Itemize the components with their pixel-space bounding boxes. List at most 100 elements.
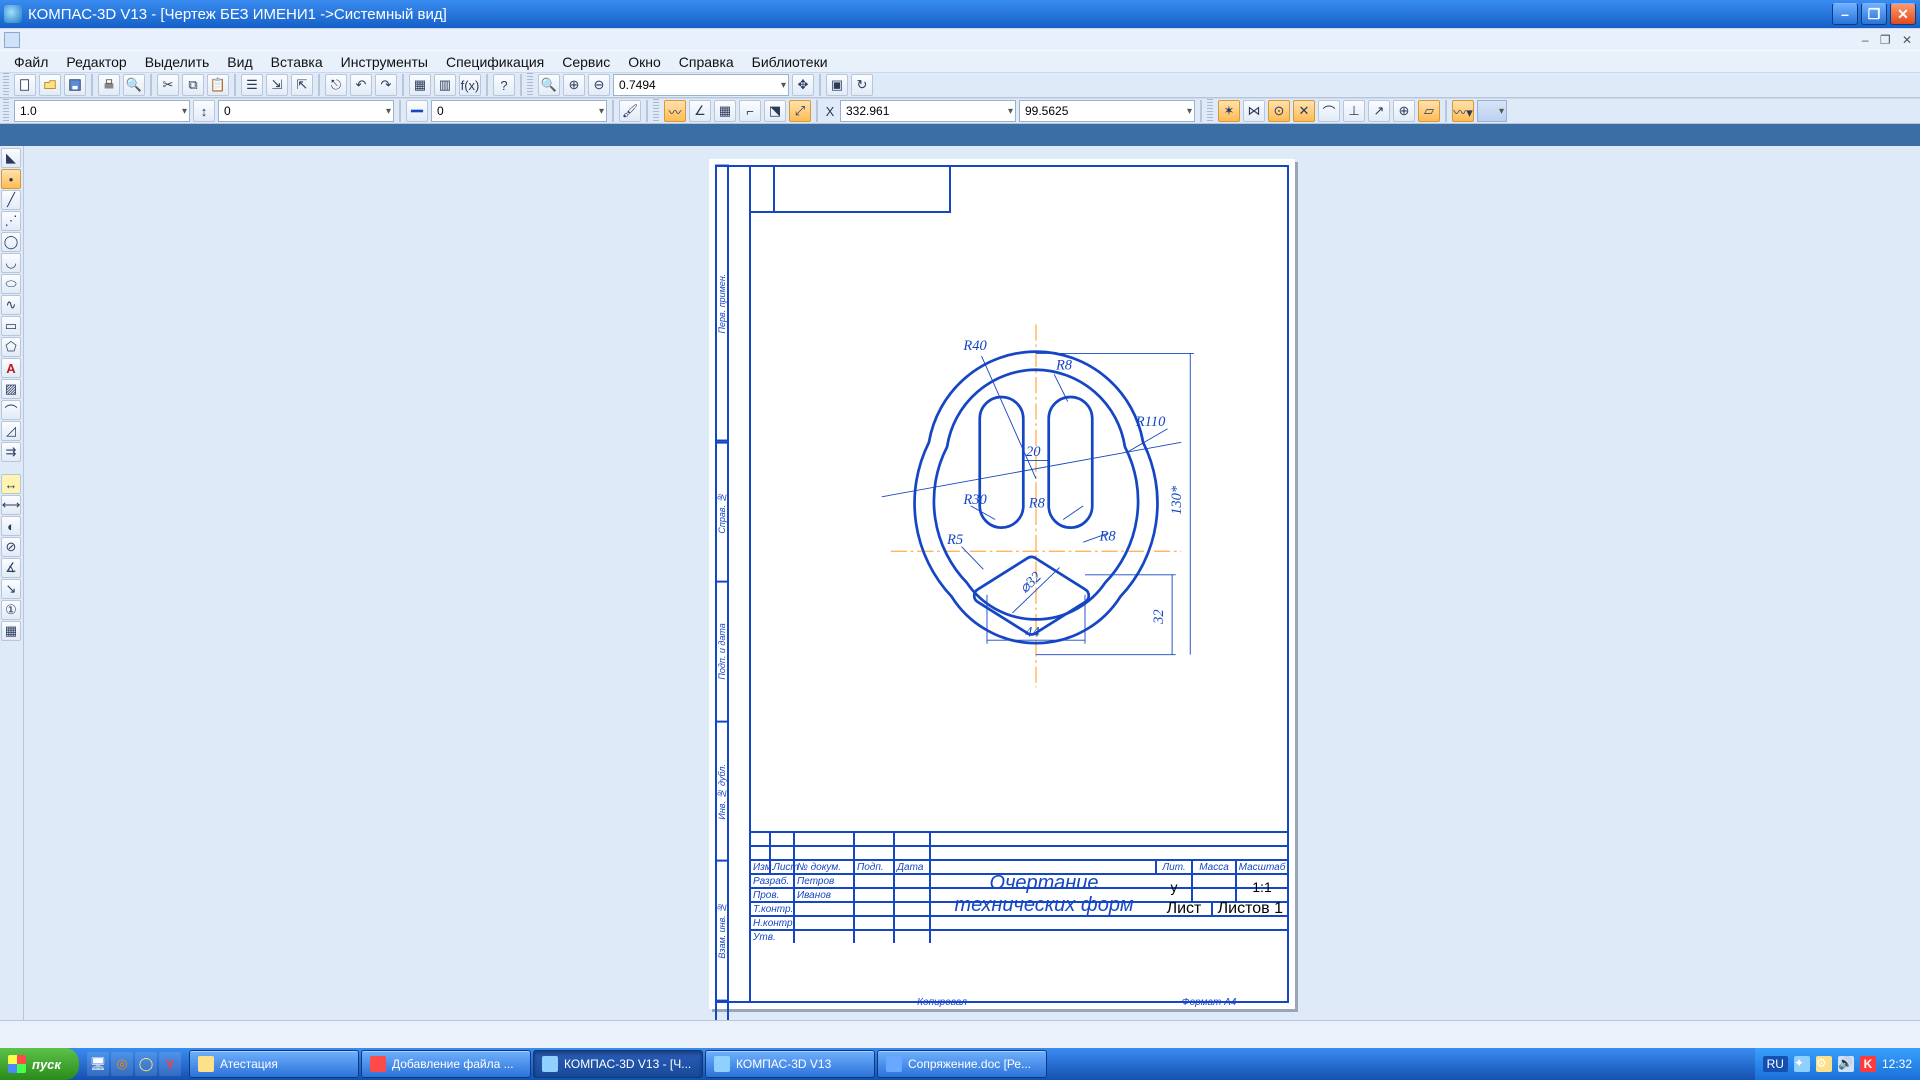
maximize-button[interactable]: ❐: [1861, 3, 1887, 25]
taskbar-task[interactable]: КОМПАС-3D V13 - [Ч...: [533, 1050, 703, 1078]
aux-line-tool[interactable]: ⋰: [1, 211, 21, 231]
point-tool[interactable]: •: [1, 169, 21, 189]
grip-icon[interactable]: [3, 99, 9, 123]
ql-mail-icon[interactable]: ◯: [135, 1052, 157, 1076]
redo-button[interactable]: ↷: [375, 74, 397, 96]
preview-button[interactable]: 🔍: [123, 74, 145, 96]
angle-combo[interactable]: [218, 100, 394, 122]
manager-button[interactable]: ▦: [409, 74, 431, 96]
angle-dim-tool[interactable]: ∡: [1, 558, 21, 578]
grip-icon[interactable]: [3, 73, 9, 97]
menu-window[interactable]: Окно: [620, 52, 669, 72]
fillet-tool[interactable]: ⌒: [1, 400, 21, 420]
pan-button[interactable]: ✥: [792, 74, 814, 96]
zoom-in-button[interactable]: ⊕: [563, 74, 585, 96]
menu-tools[interactable]: Инструменты: [333, 52, 436, 72]
taskbar-task[interactable]: КОМПАС-3D V13: [705, 1050, 875, 1078]
brush-button[interactable]: 🖌: [619, 100, 641, 122]
snap-grid-button[interactable]: ⊕: [1393, 100, 1415, 122]
zoom-combo[interactable]: [613, 74, 789, 96]
tray-av-icon[interactable]: K: [1860, 1056, 1876, 1072]
linear-dim-tool[interactable]: ⟷: [1, 495, 21, 515]
zoom-window-button[interactable]: 🔍: [538, 74, 560, 96]
menu-edit[interactable]: Редактор: [58, 52, 134, 72]
rect-tool[interactable]: ▭: [1, 316, 21, 336]
polygon-tool[interactable]: ⬠: [1, 337, 21, 357]
angle-snap-button[interactable]: ∠: [689, 100, 711, 122]
grip-icon[interactable]: [1207, 99, 1213, 123]
hatch-tool[interactable]: ▨: [1, 379, 21, 399]
snap-perp-button[interactable]: ⊥: [1343, 100, 1365, 122]
snap-toggle-button[interactable]: 〰: [664, 100, 686, 122]
snap-intersect-button[interactable]: ✕: [1293, 100, 1315, 122]
paste-button[interactable]: 📋: [207, 74, 229, 96]
ql-yandex-icon[interactable]: Y: [159, 1052, 181, 1076]
step-lock-button[interactable]: ↕: [193, 100, 215, 122]
zoom-out-button[interactable]: ⊖: [588, 74, 610, 96]
snap-tangent-button[interactable]: ⌒: [1318, 100, 1340, 122]
table-tool[interactable]: ▦: [1, 621, 21, 641]
minimize-button[interactable]: –: [1832, 3, 1858, 25]
new-button[interactable]: [14, 74, 36, 96]
paste-props-button[interactable]: ⇱: [291, 74, 313, 96]
snap-mode-combo[interactable]: [1477, 100, 1507, 122]
menu-help[interactable]: Справка: [671, 52, 742, 72]
undo-button[interactable]: ↶: [350, 74, 372, 96]
taskbar-task[interactable]: Сопряжение.doc [Ре...: [877, 1050, 1047, 1078]
tray-icon[interactable]: ⚙: [1816, 1056, 1832, 1072]
drawing-canvas[interactable]: Перв. примен.Справ. № Подп. и датаИнв. №…: [24, 146, 1920, 1020]
menu-view[interactable]: Вид: [219, 52, 260, 72]
ortho-button[interactable]: ⌐: [739, 100, 761, 122]
style-preview[interactable]: [406, 100, 428, 122]
menu-spec[interactable]: Спецификация: [438, 52, 552, 72]
snap-end-button[interactable]: ✶: [1218, 100, 1240, 122]
properties-button[interactable]: ☰: [241, 74, 263, 96]
taskbar-task[interactable]: Атестация: [189, 1050, 359, 1078]
round-button[interactable]: ⬔: [764, 100, 786, 122]
snap-nearest-button[interactable]: ↗: [1368, 100, 1390, 122]
tray-clock[interactable]: 12:32: [1882, 1057, 1912, 1071]
snap-mid-button[interactable]: ⋈: [1243, 100, 1265, 122]
ql-desktop-icon[interactable]: 🖥: [87, 1052, 109, 1076]
menu-file[interactable]: Файл: [6, 52, 56, 72]
local-cs-button[interactable]: ⤢: [789, 100, 811, 122]
text-tool[interactable]: A: [1, 358, 21, 378]
line-tool[interactable]: ╱: [1, 190, 21, 210]
redraw-button[interactable]: ↻: [851, 74, 873, 96]
help-cursor-button[interactable]: ?: [493, 74, 515, 96]
open-button[interactable]: [39, 74, 61, 96]
circle-tool[interactable]: ◯: [1, 232, 21, 252]
cut-button[interactable]: ✂: [157, 74, 179, 96]
angle-input[interactable]: [224, 104, 379, 118]
step-combo[interactable]: [14, 100, 190, 122]
tree-button[interactable]: ▥: [434, 74, 456, 96]
tray-icon[interactable]: ✦: [1794, 1056, 1810, 1072]
snap-point-button[interactable]: ▱: [1418, 100, 1440, 122]
menu-insert[interactable]: Вставка: [263, 52, 331, 72]
menu-select[interactable]: Выделить: [137, 52, 218, 72]
tray-volume-icon[interactable]: 🔊: [1838, 1056, 1854, 1072]
grip-icon[interactable]: [527, 73, 533, 97]
menu-service[interactable]: Сервис: [554, 52, 618, 72]
copy-props-button[interactable]: ⇲: [266, 74, 288, 96]
leader-tool[interactable]: ↘: [1, 579, 21, 599]
geometry-tab[interactable]: ◣: [1, 148, 21, 168]
close-button[interactable]: ✕: [1890, 3, 1916, 25]
vars-button[interactable]: f(x): [459, 74, 481, 96]
mdi-controls[interactable]: – ❐ ✕: [1862, 33, 1916, 47]
zoom-input[interactable]: [619, 78, 774, 92]
style-combo[interactable]: [431, 100, 607, 122]
radial-dim-tool[interactable]: ◐: [1, 516, 21, 536]
dimension-tab[interactable]: ↔: [1, 474, 21, 494]
grid-button[interactable]: ▦: [714, 100, 736, 122]
menu-libs[interactable]: Библиотеки: [744, 52, 836, 72]
zoom-fit-button[interactable]: ▣: [826, 74, 848, 96]
taskbar-task[interactable]: Добавление файла ...: [361, 1050, 531, 1078]
copy-button[interactable]: ⧉: [182, 74, 204, 96]
balloon-tool[interactable]: ①: [1, 600, 21, 620]
step-input[interactable]: [20, 104, 175, 118]
snap-settings-button[interactable]: 〰▾: [1452, 100, 1474, 122]
print-button[interactable]: [98, 74, 120, 96]
style-input[interactable]: [437, 104, 592, 118]
snap-center-button[interactable]: ⊙: [1268, 100, 1290, 122]
